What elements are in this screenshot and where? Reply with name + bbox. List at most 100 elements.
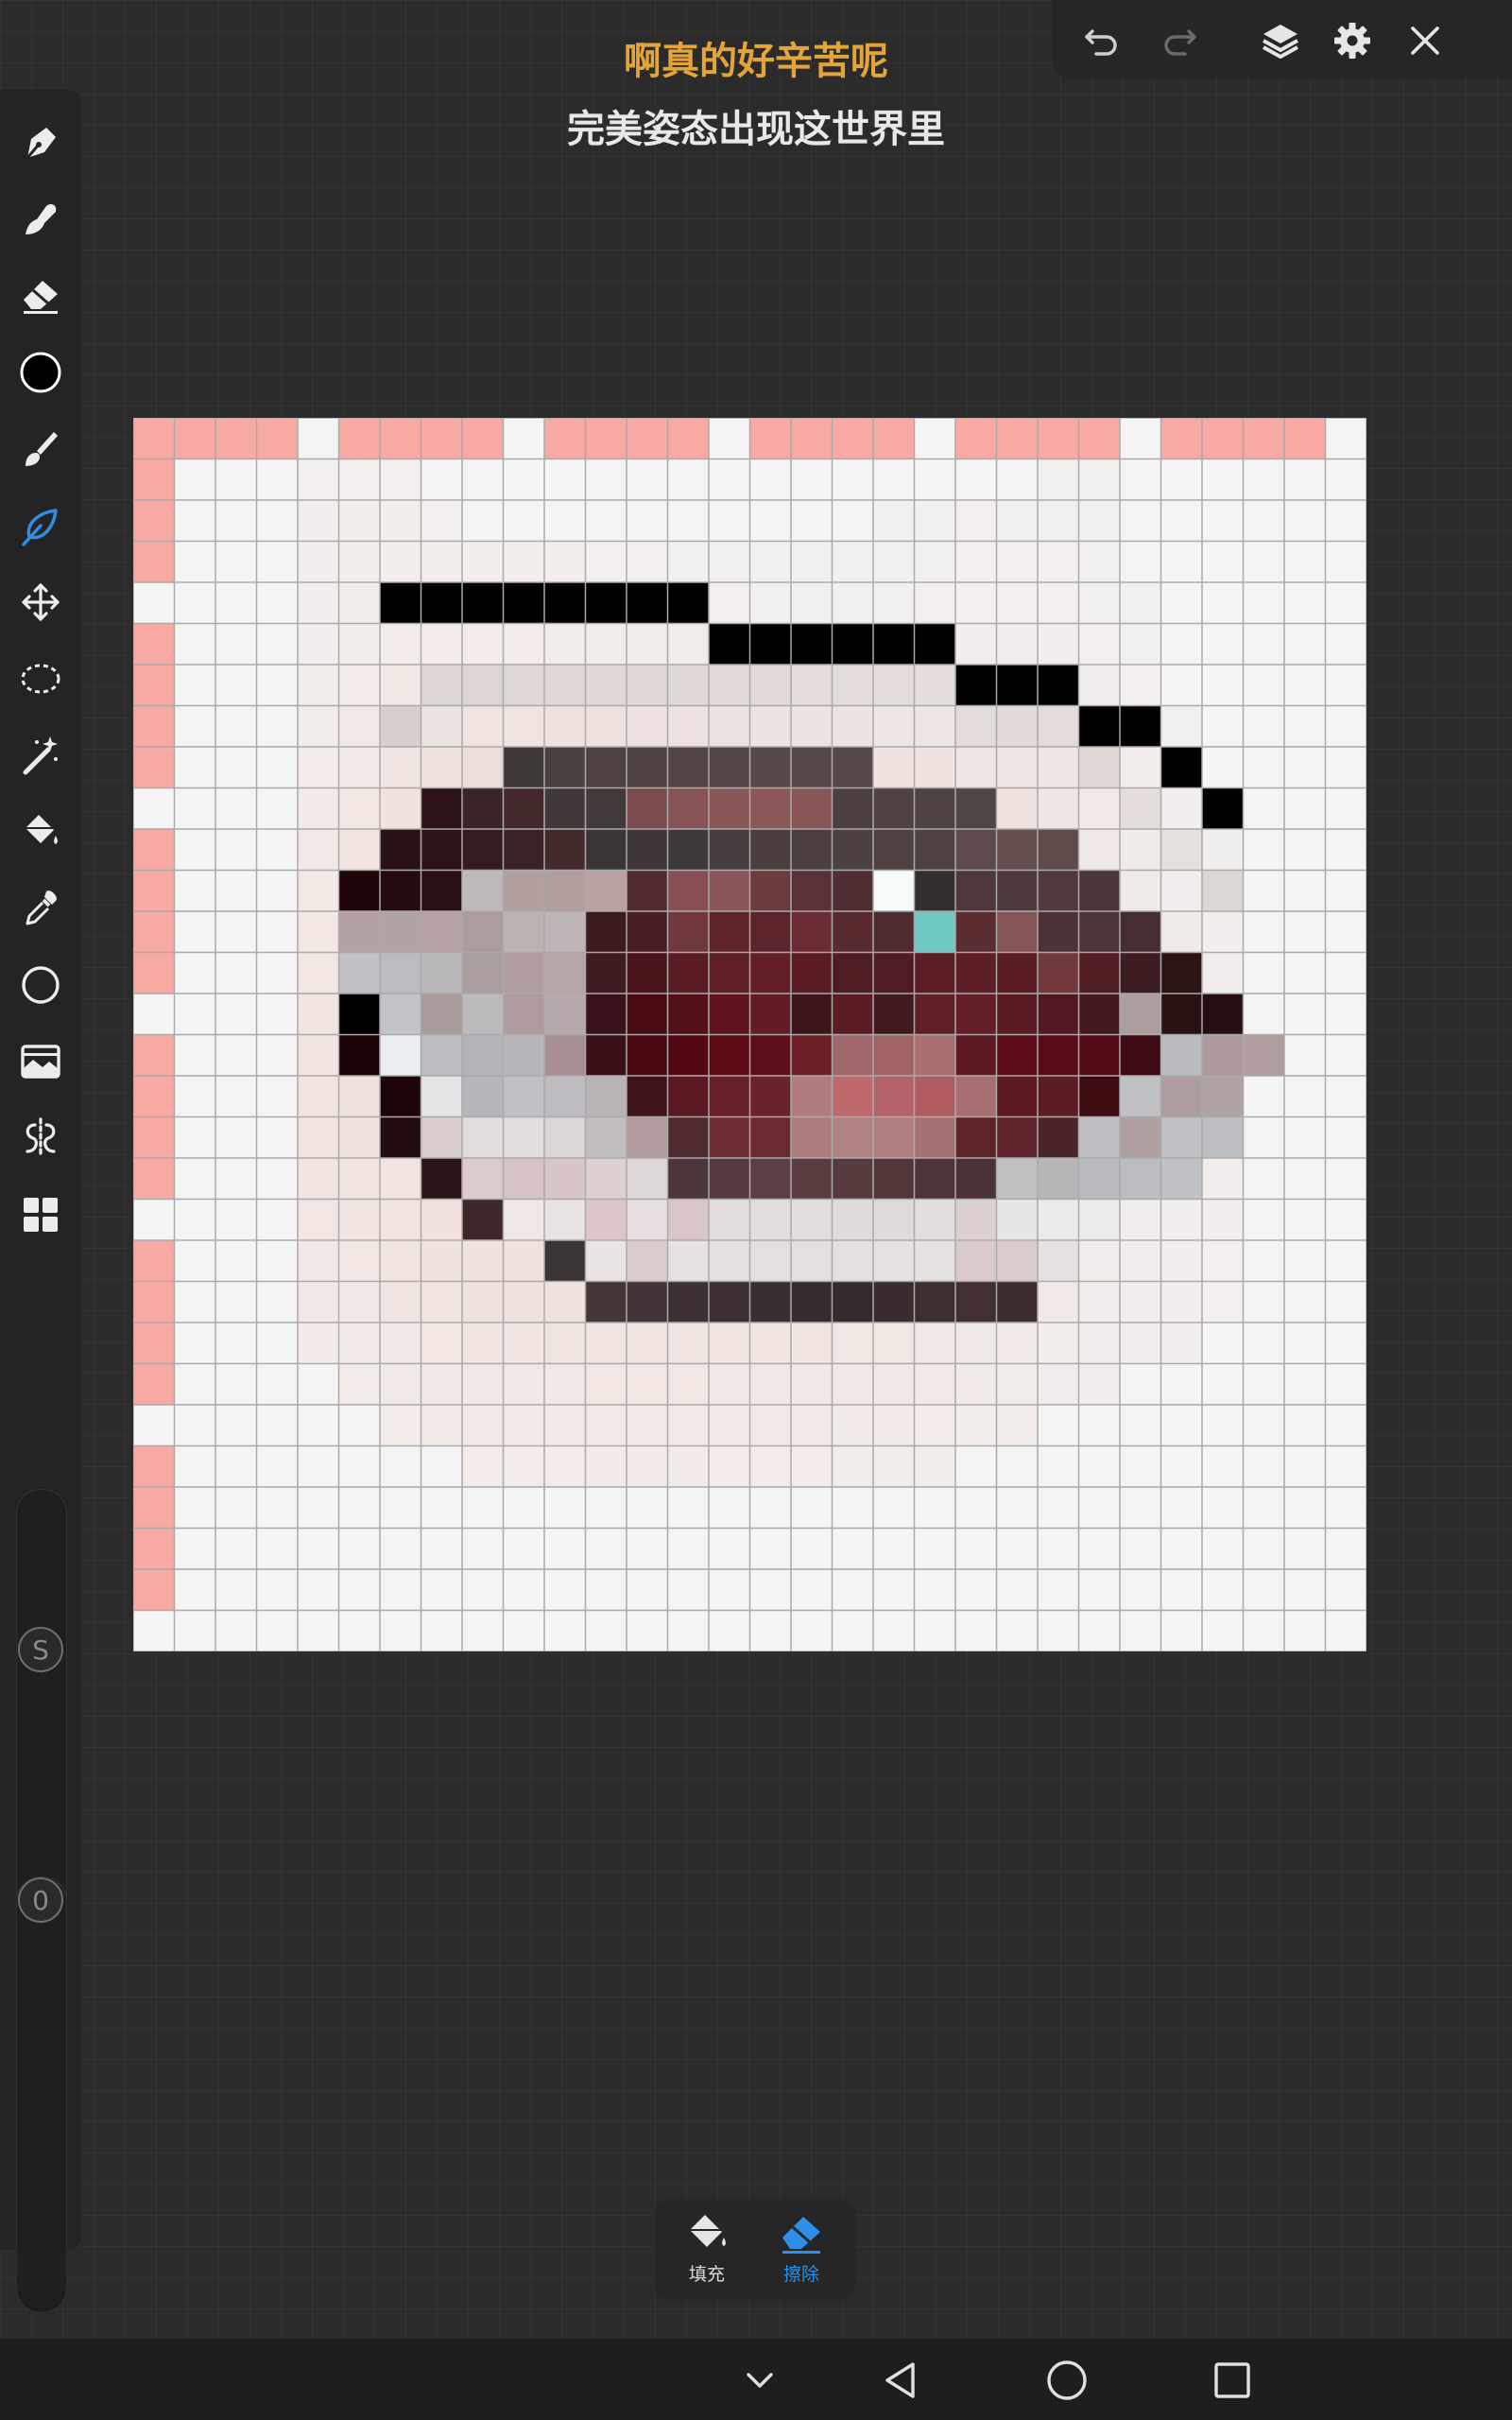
nav-home-button[interactable]	[1041, 2355, 1092, 2406]
pixel-cell	[585, 541, 627, 582]
pixel-cell	[996, 1116, 1038, 1158]
brush-tool[interactable]	[16, 424, 65, 474]
grid-marker-cell	[133, 1569, 175, 1611]
pixel-cell	[955, 541, 997, 582]
left-toolbar: S 0	[0, 90, 81, 2313]
pixel-cell	[709, 1199, 750, 1240]
pixel-cell	[298, 952, 339, 994]
pixel-cell	[667, 1281, 709, 1322]
opacity-knob[interactable]: 0	[18, 1877, 63, 1923]
nav-recents-button[interactable]	[1207, 2355, 1258, 2406]
smudge-tool[interactable]	[16, 195, 65, 244]
back-triangle-icon	[885, 2362, 915, 2398]
grid-marker-cell	[133, 911, 175, 953]
pixel-cell	[791, 747, 833, 788]
grid-marker-cell	[1284, 418, 1326, 459]
pixel-cell	[667, 787, 709, 829]
pixel-cell	[462, 747, 504, 788]
magic-wand-tool[interactable]	[16, 731, 65, 780]
pixel-cell	[462, 1116, 504, 1158]
grid-marker-cell	[256, 418, 298, 459]
pixel-cell	[955, 1405, 997, 1446]
pixel-cell	[627, 870, 668, 911]
grid-marker-cell	[133, 541, 175, 582]
erase-button[interactable]: 擦除	[759, 2209, 844, 2292]
pixel-cell	[996, 1076, 1038, 1117]
pixel-cell	[791, 623, 833, 665]
pixel-cell	[1120, 829, 1161, 871]
pixel-cell	[1078, 1199, 1120, 1240]
pixel-cell	[709, 994, 750, 1035]
grid-apps-icon	[24, 1198, 58, 1232]
pixel-cell	[955, 1363, 997, 1405]
brush-size-slider[interactable]	[16, 1489, 67, 1926]
pixel-cell	[914, 1445, 955, 1487]
pixel-cell	[791, 1405, 833, 1446]
pixel-cell	[749, 1034, 791, 1076]
pixel-cell	[338, 1363, 380, 1405]
grid-marker-cell	[791, 418, 833, 459]
pixel-cell	[1038, 541, 1079, 582]
pixel-cell	[503, 787, 544, 829]
more-tool[interactable]	[16, 1190, 65, 1239]
shape-tool[interactable]	[16, 960, 65, 1010]
pixel-canvas[interactable]	[133, 418, 1366, 1651]
pixel-cell	[791, 994, 833, 1035]
pixel-cell	[421, 747, 462, 788]
pixel-cell	[544, 787, 586, 829]
grid-marker-cell	[133, 1281, 175, 1322]
pixel-cell	[709, 623, 750, 665]
pixel-cell	[1160, 1199, 1202, 1240]
move-tool[interactable]	[16, 578, 65, 627]
pixel-cell	[1038, 665, 1079, 706]
pixel-cell	[873, 1281, 915, 1322]
pixel-cell	[503, 1240, 544, 1282]
pixel-cell	[338, 952, 380, 994]
pixel-cell	[1078, 1322, 1120, 1364]
pixel-cell	[709, 1240, 750, 1282]
pixel-cell	[1120, 787, 1161, 829]
nav-hide-button[interactable]	[734, 2355, 785, 2406]
pixel-cell	[791, 541, 833, 582]
pixel-cell	[1078, 787, 1120, 829]
pixel-cell	[1038, 500, 1079, 542]
pixel-cell	[1038, 747, 1079, 788]
pen-tool[interactable]	[16, 118, 65, 167]
pixel-cell	[1202, 952, 1244, 994]
brush-size-knob[interactable]: S	[18, 1627, 63, 1672]
opacity-slider[interactable]	[16, 1876, 67, 2313]
pixel-cell	[1078, 623, 1120, 665]
pixel-cell	[421, 1116, 462, 1158]
eyedropper-tool[interactable]	[16, 884, 65, 933]
pixel-cell	[503, 747, 544, 788]
pixel-cell	[709, 829, 750, 871]
pixel-cell	[1120, 1281, 1161, 1322]
pixel-cell	[380, 1281, 421, 1322]
pixel-cell	[503, 582, 544, 624]
pixel-cell	[627, 1116, 668, 1158]
pixel-cell	[298, 500, 339, 542]
pixel-cell	[544, 1322, 586, 1364]
fill-button[interactable]: 填充	[664, 2209, 749, 2292]
pixel-cell	[462, 952, 504, 994]
eraser-tool[interactable]	[16, 271, 65, 320]
pixel-cell	[996, 1281, 1038, 1322]
pixel-cell	[1202, 829, 1244, 871]
nav-back-button[interactable]	[877, 2355, 928, 2406]
erase-label: 擦除	[782, 2264, 819, 2285]
lasso-tool[interactable]	[16, 654, 65, 703]
grid-marker-cell	[133, 1034, 175, 1076]
pixel-cell	[380, 623, 421, 665]
grid-marker-cell	[955, 418, 997, 459]
symmetry-tool[interactable]	[16, 1114, 65, 1163]
pixel-cell	[421, 1076, 462, 1117]
pixel-cell	[1078, 994, 1120, 1035]
pixel-cell	[791, 911, 833, 953]
color-picker[interactable]	[16, 348, 65, 397]
fill-pen-tool[interactable]	[16, 501, 65, 550]
pixel-cell	[338, 1281, 380, 1322]
image-tool[interactable]	[16, 1037, 65, 1086]
bucket-tool[interactable]	[16, 807, 65, 856]
pixel-cell	[503, 952, 544, 994]
pixel-cell	[1078, 1034, 1120, 1076]
